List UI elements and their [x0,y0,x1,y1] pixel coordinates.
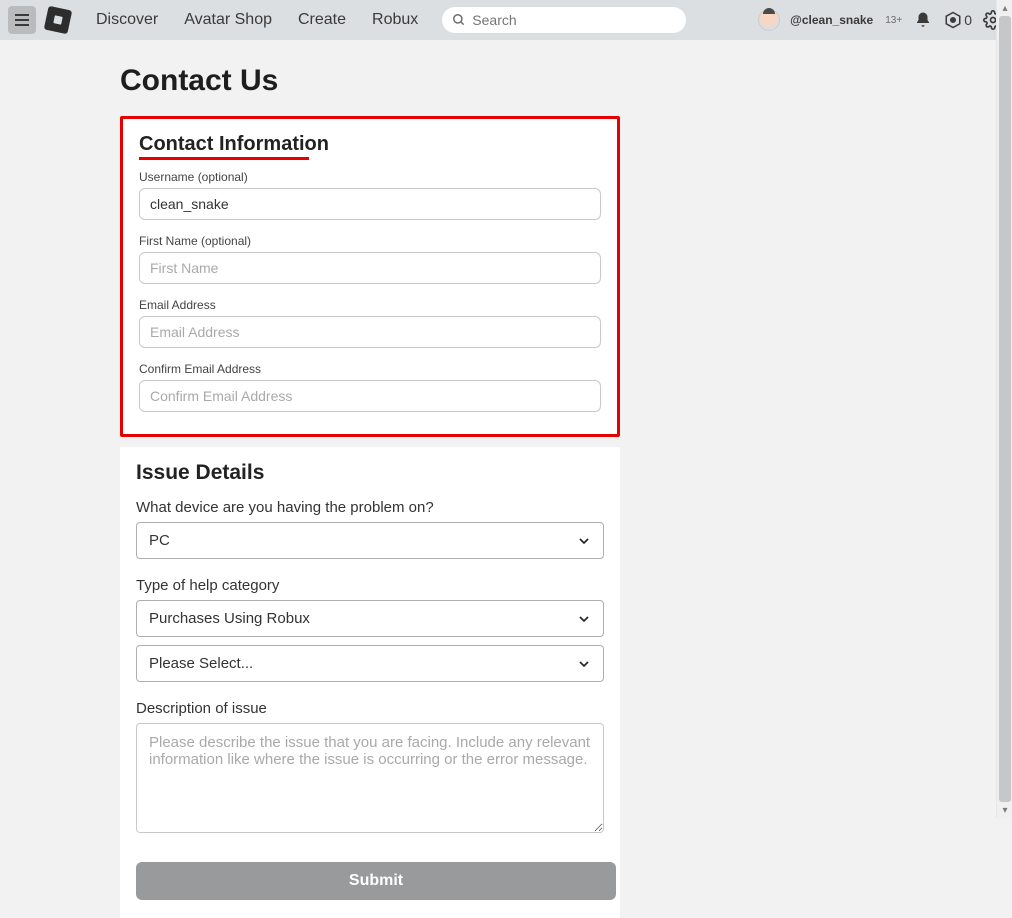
scrollbar[interactable]: ▴ ▾ [996,0,1012,818]
main-content: Contact Us Contact Information Username … [0,40,996,918]
page-title: Contact Us [120,64,996,98]
scroll-down-icon[interactable]: ▾ [997,802,1012,818]
nav-links: Discover Avatar Shop Create Robux [96,11,418,29]
age-badge: 13+ [885,15,902,26]
device-label: What device are you having the problem o… [136,499,604,516]
user-cluster: @clean_snake 13+ 0 [758,9,1004,31]
firstname-label: First Name (optional) [139,234,601,248]
subcategory-select[interactable]: Please Select... [136,645,604,682]
avatar[interactable] [758,9,780,31]
description-textarea[interactable] [136,723,604,833]
contact-info-card: Contact Information Username (optional) … [120,116,620,437]
email-input[interactable] [139,316,601,348]
email-label: Email Address [139,298,601,312]
issue-details-heading: Issue Details [136,461,264,485]
robux-balance[interactable]: 0 [944,11,972,29]
confirm-email-input[interactable] [139,380,601,412]
scroll-up-icon[interactable]: ▴ [997,0,1012,16]
search-input[interactable] [472,12,676,28]
nav-link-discover[interactable]: Discover [96,11,158,29]
contact-info-heading: Contact Information [139,133,329,156]
firstname-input[interactable] [139,252,601,284]
username-label: Username (optional) [139,170,601,184]
nav-link-avatar-shop[interactable]: Avatar Shop [184,11,272,29]
description-label: Description of issue [136,700,604,717]
notifications-icon[interactable] [912,9,934,31]
category-label: Type of help category [136,577,604,594]
robux-count: 0 [964,12,972,28]
scroll-thumb[interactable] [999,16,1011,802]
top-nav: Discover Avatar Shop Create Robux @clean… [0,0,1012,40]
confirm-email-label: Confirm Email Address [139,362,601,376]
submit-button[interactable]: Submit [136,862,616,900]
issue-details-card: Issue Details What device are you having… [120,447,620,918]
search-box[interactable] [442,7,686,33]
nav-link-create[interactable]: Create [298,11,346,29]
username[interactable]: @clean_snake [790,13,873,27]
search-icon [452,13,466,27]
robux-icon [944,11,962,29]
menu-icon[interactable] [8,6,36,34]
nav-link-robux[interactable]: Robux [372,11,418,29]
username-input[interactable] [139,188,601,220]
device-select[interactable]: PC [136,522,604,559]
category-select[interactable]: Purchases Using Robux [136,600,604,637]
roblox-logo-icon[interactable] [41,3,74,36]
